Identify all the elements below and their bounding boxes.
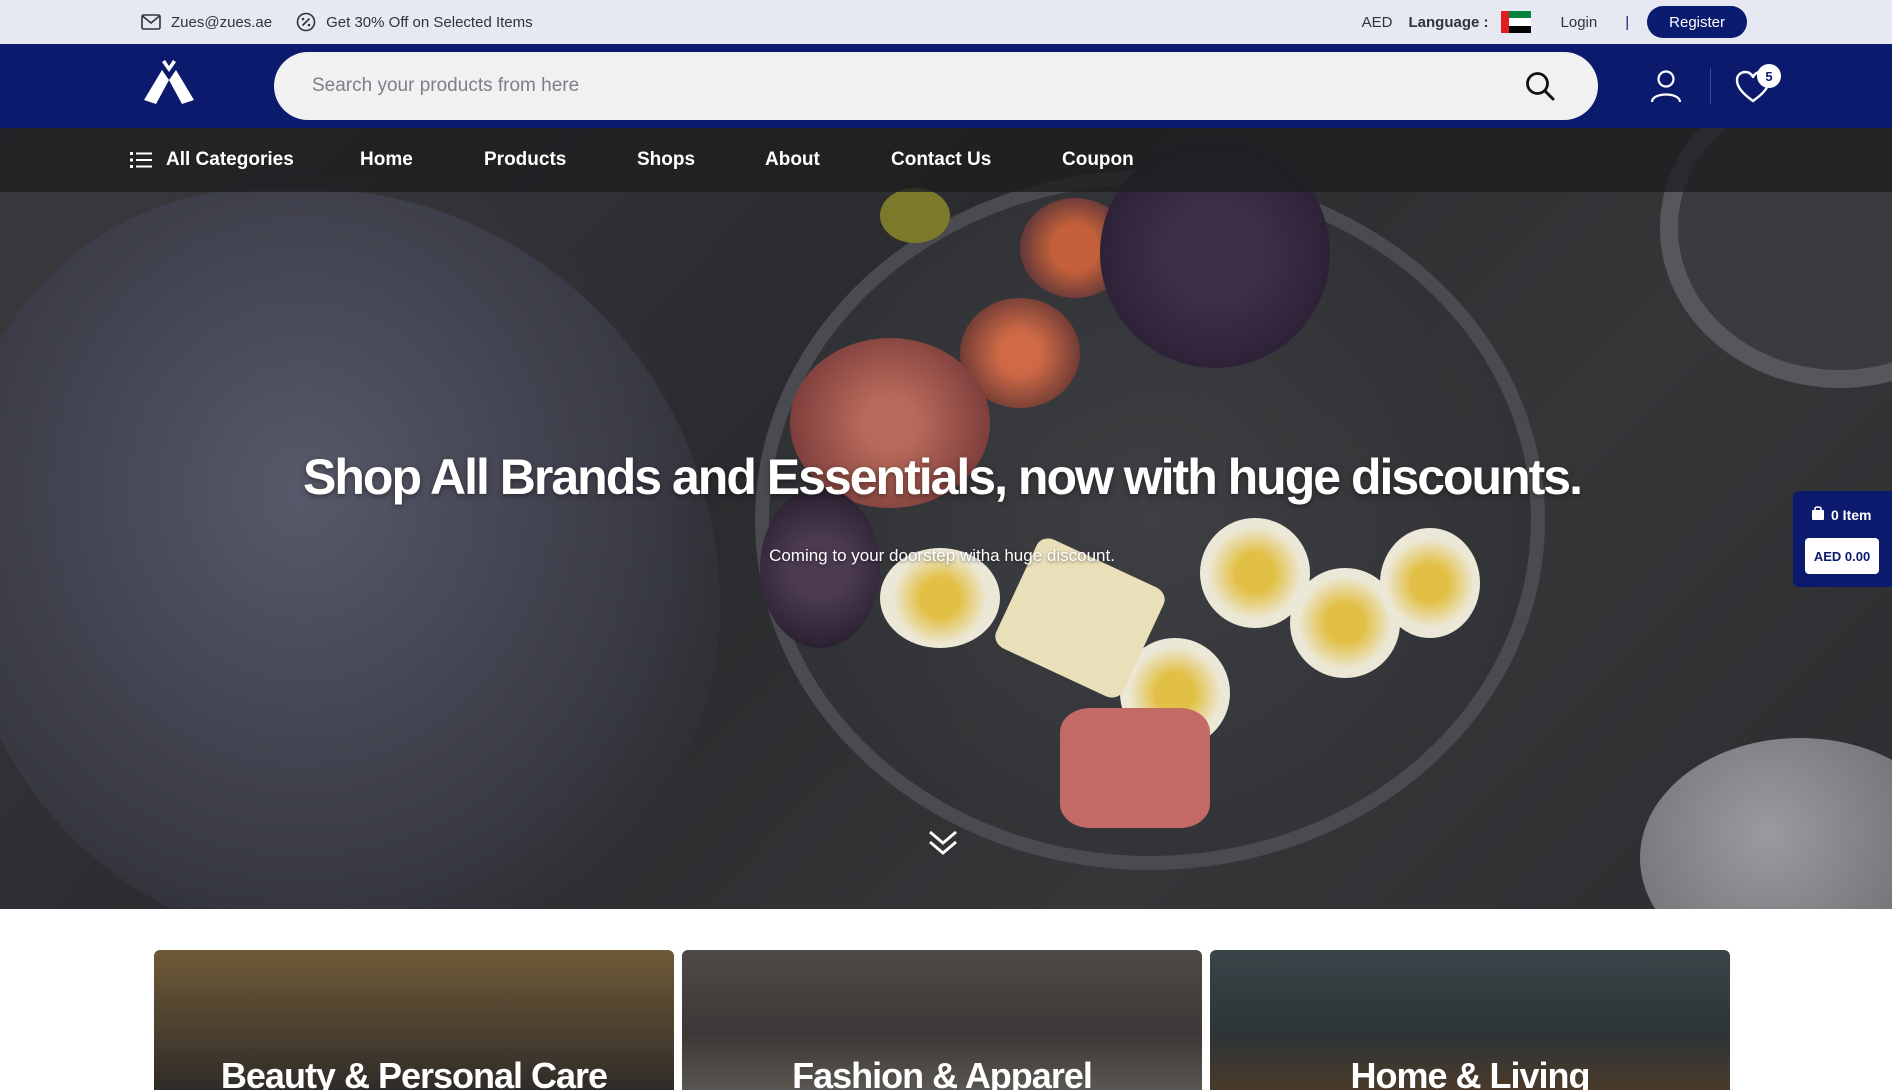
- nav-coupon[interactable]: Coupon: [1062, 128, 1134, 192]
- user-account-icon[interactable]: [1648, 68, 1684, 104]
- category-card-beauty[interactable]: Beauty & Personal Care: [154, 950, 674, 1090]
- top-bar-right: AED Language : Login | Register: [1362, 0, 1747, 44]
- shopping-bag-icon: [1811, 505, 1825, 524]
- hero-banner: All Categories Home Products Shops About…: [0, 128, 1892, 909]
- search-icon[interactable]: [1524, 70, 1556, 102]
- nav-products[interactable]: Products: [484, 128, 566, 192]
- register-button[interactable]: Register: [1647, 6, 1747, 38]
- category-card-label: Home & Living: [1350, 1055, 1590, 1090]
- mail-icon: [141, 12, 161, 32]
- category-card-label: Fashion & Apparel: [792, 1055, 1093, 1090]
- uae-flag-icon[interactable]: [1500, 11, 1531, 33]
- discount-icon: [296, 12, 316, 32]
- divider: |: [1625, 13, 1630, 31]
- cart-total: AED 0.00: [1805, 538, 1879, 574]
- main-header: 5: [0, 44, 1892, 128]
- cart-items: 0 Item: [1811, 505, 1871, 524]
- hero-subtitle: Coming to your doorstep witha huge disco…: [769, 546, 1115, 565]
- search-input[interactable]: [312, 75, 1598, 97]
- cart-item-count: 0 Item: [1831, 506, 1872, 523]
- nav-shops[interactable]: Shops: [637, 128, 695, 192]
- wishlist-count-badge: 5: [1757, 64, 1781, 88]
- category-card-label: Beauty & Personal Care: [220, 1055, 608, 1090]
- list-icon: [130, 151, 152, 169]
- promo-text: Get 30% Off on Selected Items: [326, 13, 533, 31]
- nav-contact-us[interactable]: Contact Us: [891, 128, 991, 192]
- nav-about[interactable]: About: [765, 128, 820, 192]
- category-card-home[interactable]: Home & Living: [1210, 950, 1730, 1090]
- brand-logo[interactable]: [140, 58, 198, 114]
- olive-decoration: [880, 188, 950, 243]
- language-label: Language :: [1408, 13, 1489, 31]
- category-cards: Beauty & Personal Care Fashion & Apparel…: [154, 950, 1732, 1090]
- search-bar: [274, 52, 1598, 120]
- nav-home[interactable]: Home: [360, 128, 413, 192]
- contact-email[interactable]: Zues@zues.ae: [171, 14, 272, 31]
- all-categories-button[interactable]: All Categories: [130, 128, 294, 192]
- all-categories-label: All Categories: [166, 149, 294, 170]
- ham-decoration: [1060, 708, 1210, 828]
- grapes-decoration: [760, 488, 880, 648]
- top-bar: Zues@zues.ae Get 30% Off on Selected Ite…: [0, 0, 1892, 44]
- login-link[interactable]: Login: [1561, 14, 1598, 31]
- currency-selector[interactable]: AED: [1362, 14, 1393, 31]
- scroll-down-chevron-icon[interactable]: [926, 826, 960, 860]
- floating-cart[interactable]: 0 Item AED 0.00: [1793, 491, 1892, 587]
- category-card-fashion[interactable]: Fashion & Apparel: [682, 950, 1202, 1090]
- main-navigation: All Categories Home Products Shops About…: [0, 128, 1892, 192]
- hero-title: Shop All Brands and Essentials, now with…: [303, 449, 1583, 505]
- hero-jug-decoration: [1640, 738, 1892, 909]
- egg-decoration: [1380, 528, 1480, 638]
- header-divider: [1710, 68, 1711, 104]
- top-bar-left: Zues@zues.ae Get 30% Off on Selected Ite…: [141, 0, 545, 44]
